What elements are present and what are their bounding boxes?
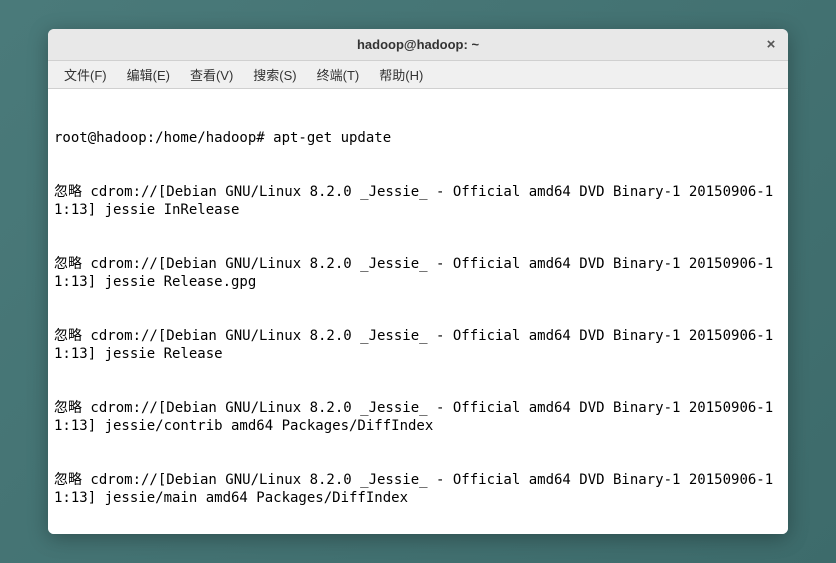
menu-file[interactable]: 文件(F) [54,61,117,88]
terminal-line: 忽略 cdrom://[Debian GNU/Linux 8.2.0 _Jess… [54,183,782,219]
window-title: hadoop@hadoop: ~ [357,37,479,52]
terminal-line: 忽略 cdrom://[Debian GNU/Linux 8.2.0 _Jess… [54,327,782,363]
terminal-line: 忽略 cdrom://[Debian GNU/Linux 8.2.0 _Jess… [54,255,782,291]
menu-edit[interactable]: 编辑(E) [117,61,180,88]
menu-view[interactable]: 查看(V) [180,61,243,88]
titlebar[interactable]: hadoop@hadoop: ~ × [48,29,788,61]
menu-terminal[interactable]: 终端(T) [307,61,370,88]
terminal-window: hadoop@hadoop: ~ × 文件(F) 编辑(E) 查看(V) 搜索(… [48,29,788,534]
terminal-line: 忽略 cdrom://[Debian GNU/Linux 8.2.0 _Jess… [54,399,782,435]
menu-search[interactable]: 搜索(S) [243,61,306,88]
close-icon[interactable]: × [764,38,778,52]
terminal-line: 忽略 cdrom://[Debian GNU/Linux 8.2.0 _Jess… [54,471,782,507]
menu-help[interactable]: 帮助(H) [369,61,433,88]
terminal-output[interactable]: root@hadoop:/home/hadoop# apt-get update… [48,89,788,534]
terminal-line: root@hadoop:/home/hadoop# apt-get update [54,129,782,147]
menubar: 文件(F) 编辑(E) 查看(V) 搜索(S) 终端(T) 帮助(H) [48,61,788,89]
